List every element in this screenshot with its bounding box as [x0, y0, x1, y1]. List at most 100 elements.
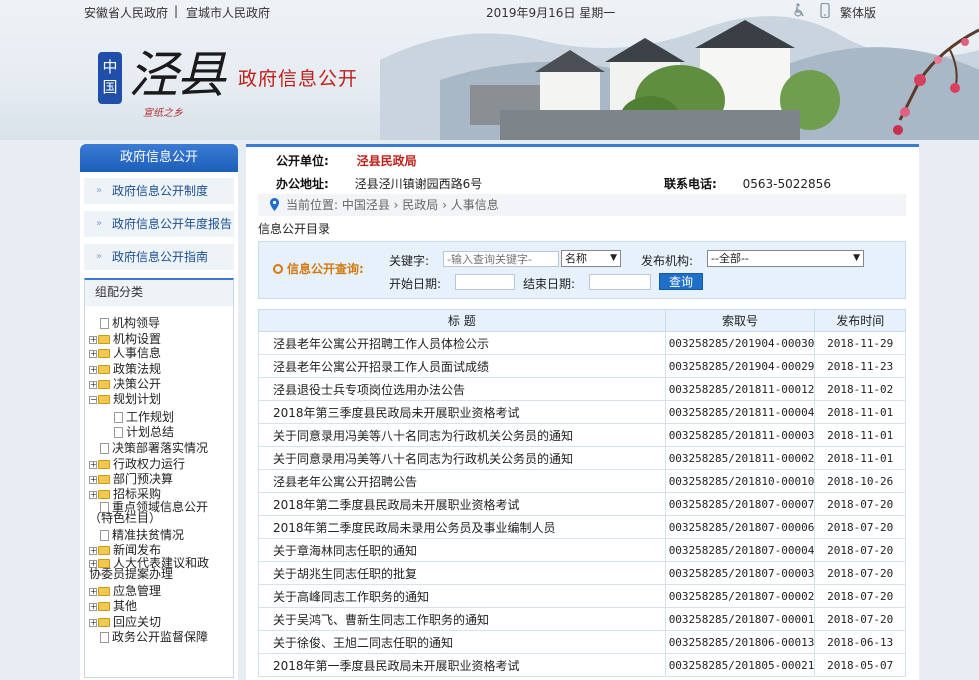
row-publish-date: 2018-07-20	[814, 561, 906, 585]
table-row[interactable]: 2018年第三季度县民政局未开展职业资格考试 003258285/201811-0…	[258, 400, 906, 424]
row-title-link[interactable]: 关于吴鸿飞、曹新生同志工作职务的通知	[258, 607, 666, 631]
collapse-icon[interactable]: −	[89, 395, 97, 404]
row-index-number: 003258285/201806-00013	[664, 630, 816, 654]
folder-icon	[98, 395, 110, 404]
search-icon	[273, 264, 283, 274]
tree-item[interactable]: 工作规划	[103, 410, 174, 425]
row-title-link[interactable]: 2018年第二季度民政局未录用公务员及事业编制人员	[258, 515, 666, 539]
expand-icon[interactable]: +	[89, 365, 97, 374]
tree-item[interactable]: + 部门预决算	[89, 472, 173, 487]
expand-icon[interactable]: +	[89, 490, 97, 499]
row-title-link[interactable]: 泾县老年公寓公开招聘工作人员体检公示	[258, 331, 666, 355]
table-row[interactable]: 关于高峰同志工作职务的通知 003258285/201807-00002 2018-…	[258, 584, 906, 608]
tree-item[interactable]: 机构领导	[89, 316, 160, 331]
tree-item[interactable]: + 其他	[89, 599, 137, 614]
row-title-link[interactable]: 关于同意录用冯美等八十名同志为行政机关公务员的通知	[258, 423, 666, 447]
row-title-link[interactable]: 关于徐俊、王旭二同志任职的通知	[258, 630, 666, 654]
expand-icon[interactable]: +	[89, 380, 97, 389]
table-row[interactable]: 关于徐俊、王旭二同志任职的通知 003258285/201806-00013 201…	[258, 630, 906, 654]
tree-item[interactable]: 计划总结	[103, 425, 174, 440]
tree-item[interactable]: + 机构设置	[89, 332, 161, 347]
chevron-right-icon: »	[96, 185, 103, 196]
row-index-number: 003258285/201904-00029	[664, 354, 816, 378]
tree-item[interactable]: + 决策公开	[89, 377, 161, 392]
table-row[interactable]: 泾县老年公寓公开招聘公告 003258285/201810-00010 2018-1…	[258, 469, 906, 493]
table-row[interactable]: 泾县退役士兵专项岗位选用办法公告 003258285/201811-00012 20…	[258, 377, 906, 401]
table-row[interactable]: 关于章海林同志任职的通知 003258285/201807-00004 2018-0…	[258, 538, 906, 562]
org-label: 发布机构:	[641, 254, 694, 268]
end-date-input[interactable]	[589, 274, 651, 290]
row-publish-date: 2018-05-07	[814, 653, 906, 677]
row-index-number: 003258285/201811-00003	[664, 423, 816, 447]
folder-icon	[98, 602, 110, 611]
tree-item[interactable]: 政务公开监督保障	[89, 630, 208, 645]
sidebar-link-annual-report[interactable]: » 政府信息公开年度报告	[84, 211, 234, 237]
row-title-link[interactable]: 2018年第三季度县民政局未开展职业资格考试	[258, 400, 666, 424]
tree-item-label: 其他	[113, 599, 138, 613]
expand-icon[interactable]: +	[89, 335, 97, 344]
org-select[interactable]: --全部-- ▼	[707, 250, 864, 267]
tree-item-label: 部门预决算	[113, 472, 174, 486]
tree-item[interactable]: + 行政权力运行	[89, 457, 185, 472]
row-title-link[interactable]: 2018年第二季度县民政局未开展职业资格考试	[258, 492, 666, 516]
row-title-link[interactable]: 关于高峰同志工作职务的通知	[258, 584, 666, 608]
table-row[interactable]: 泾县老年公寓公开招录工作人员面试成绩 003258285/201904-00029…	[258, 354, 906, 378]
folder-icon	[98, 587, 110, 596]
tree-item[interactable]: 精准扶贫情况	[89, 528, 184, 543]
row-index-number: 003258285/201807-00003	[664, 561, 816, 585]
tree-item[interactable]: − 规划计划	[89, 392, 161, 407]
location-pin-icon	[270, 198, 279, 211]
row-title-link[interactable]: 泾县老年公寓公开招聘公告	[258, 469, 666, 493]
sidebar-link-policy[interactable]: » 政府信息公开制度	[84, 178, 234, 204]
expand-icon[interactable]: +	[89, 587, 97, 596]
keyword-label: 关键字:	[389, 254, 430, 268]
expand-icon[interactable]: +	[89, 349, 97, 358]
breadcrumb: 当前位置: 中国泾县 › 民政局 › 人事信息	[258, 194, 906, 216]
expand-icon[interactable]: +	[89, 460, 97, 469]
tree-item[interactable]: 重点领域信息公开（特色栏目）	[89, 501, 211, 524]
chevron-right-icon: »	[96, 251, 103, 262]
table-row[interactable]: 2018年第二季度县民政局未开展职业资格考试 003258285/201807-0…	[258, 492, 906, 516]
search-button[interactable]: 查询	[659, 273, 703, 290]
expand-icon[interactable]: +	[89, 618, 97, 627]
table-row[interactable]: 2018年第一季度县民政局未开展职业资格考试 003258285/201805-0…	[258, 653, 906, 677]
table-row[interactable]: 关于胡兆生同志任职的批复 003258285/201807-00003 2018-0…	[258, 561, 906, 585]
link-traditional-chinese[interactable]: 繁体版	[840, 4, 876, 21]
row-index-number: 003258285/201807-00001	[664, 607, 816, 631]
folder-icon	[98, 365, 110, 374]
row-title-link[interactable]: 关于同意录用冯美等八十名同志为行政机关公务员的通知	[258, 446, 666, 470]
row-index-number: 003258285/201811-00002	[664, 446, 816, 470]
folder-icon	[98, 546, 110, 555]
row-title-link[interactable]: 泾县退役士兵专项岗位选用办法公告	[258, 377, 666, 401]
site-logo[interactable]: 中国 泾县 宣纸之乡	[98, 40, 238, 120]
table-row[interactable]: 关于同意录用冯美等八十名同志为行政机关公务员的通知 003258285/20181…	[258, 423, 906, 447]
table-row[interactable]: 关于吴鸿飞、曹新生同志工作职务的通知 003258285/201807-00001…	[258, 607, 906, 631]
tree-item[interactable]: + 人事信息	[89, 346, 161, 361]
table-row[interactable]: 泾县老年公寓公开招聘工作人员体检公示 003258285/201904-00030…	[258, 331, 906, 355]
sidebar-link-guide[interactable]: » 政府信息公开指南	[84, 244, 234, 270]
tree-item[interactable]: + 政策法规	[89, 362, 161, 377]
keyword-input[interactable]	[443, 251, 559, 267]
field-select[interactable]: 名称 ▼	[561, 250, 621, 267]
tree-item[interactable]: + 回应关切	[89, 615, 161, 630]
tree-item[interactable]: 决策部署落实情况	[89, 441, 208, 456]
unit-value: 泾县民政局	[356, 154, 417, 168]
row-title-link[interactable]: 关于胡兆生同志任职的批复	[258, 561, 666, 585]
expand-icon[interactable]: +	[89, 546, 97, 555]
expand-icon[interactable]: +	[89, 475, 97, 484]
breadcrumb-text[interactable]: 当前位置: 中国泾县 › 民政局 › 人事信息	[286, 198, 499, 212]
table-row[interactable]: 关于同意录用冯美等八十名同志为行政机关公务员的通知 003258285/20181…	[258, 446, 906, 470]
start-date-input[interactable]	[455, 274, 515, 290]
expand-icon[interactable]: +	[89, 602, 97, 611]
tree-item[interactable]: + 人大代表建议和政协委员提案办理	[89, 557, 211, 580]
field-select-value: 名称	[565, 252, 587, 265]
accessibility-icon[interactable]	[792, 3, 806, 20]
row-title-link[interactable]: 2018年第一季度县民政局未开展职业资格考试	[258, 653, 666, 677]
row-title-link[interactable]: 泾县老年公寓公开招录工作人员面试成绩	[258, 354, 666, 378]
table-row[interactable]: 2018年第二季度民政局未录用公务员及事业编制人员 003258285/20180…	[258, 515, 906, 539]
tree-item[interactable]: + 应急管理	[89, 584, 161, 599]
link-xuancheng-gov[interactable]: 宣城市人民政府	[186, 4, 270, 21]
mobile-icon[interactable]	[820, 2, 830, 21]
row-title-link[interactable]: 关于章海林同志任职的通知	[258, 538, 666, 562]
link-anhui-gov[interactable]: 安徽省人民政府	[84, 4, 168, 21]
